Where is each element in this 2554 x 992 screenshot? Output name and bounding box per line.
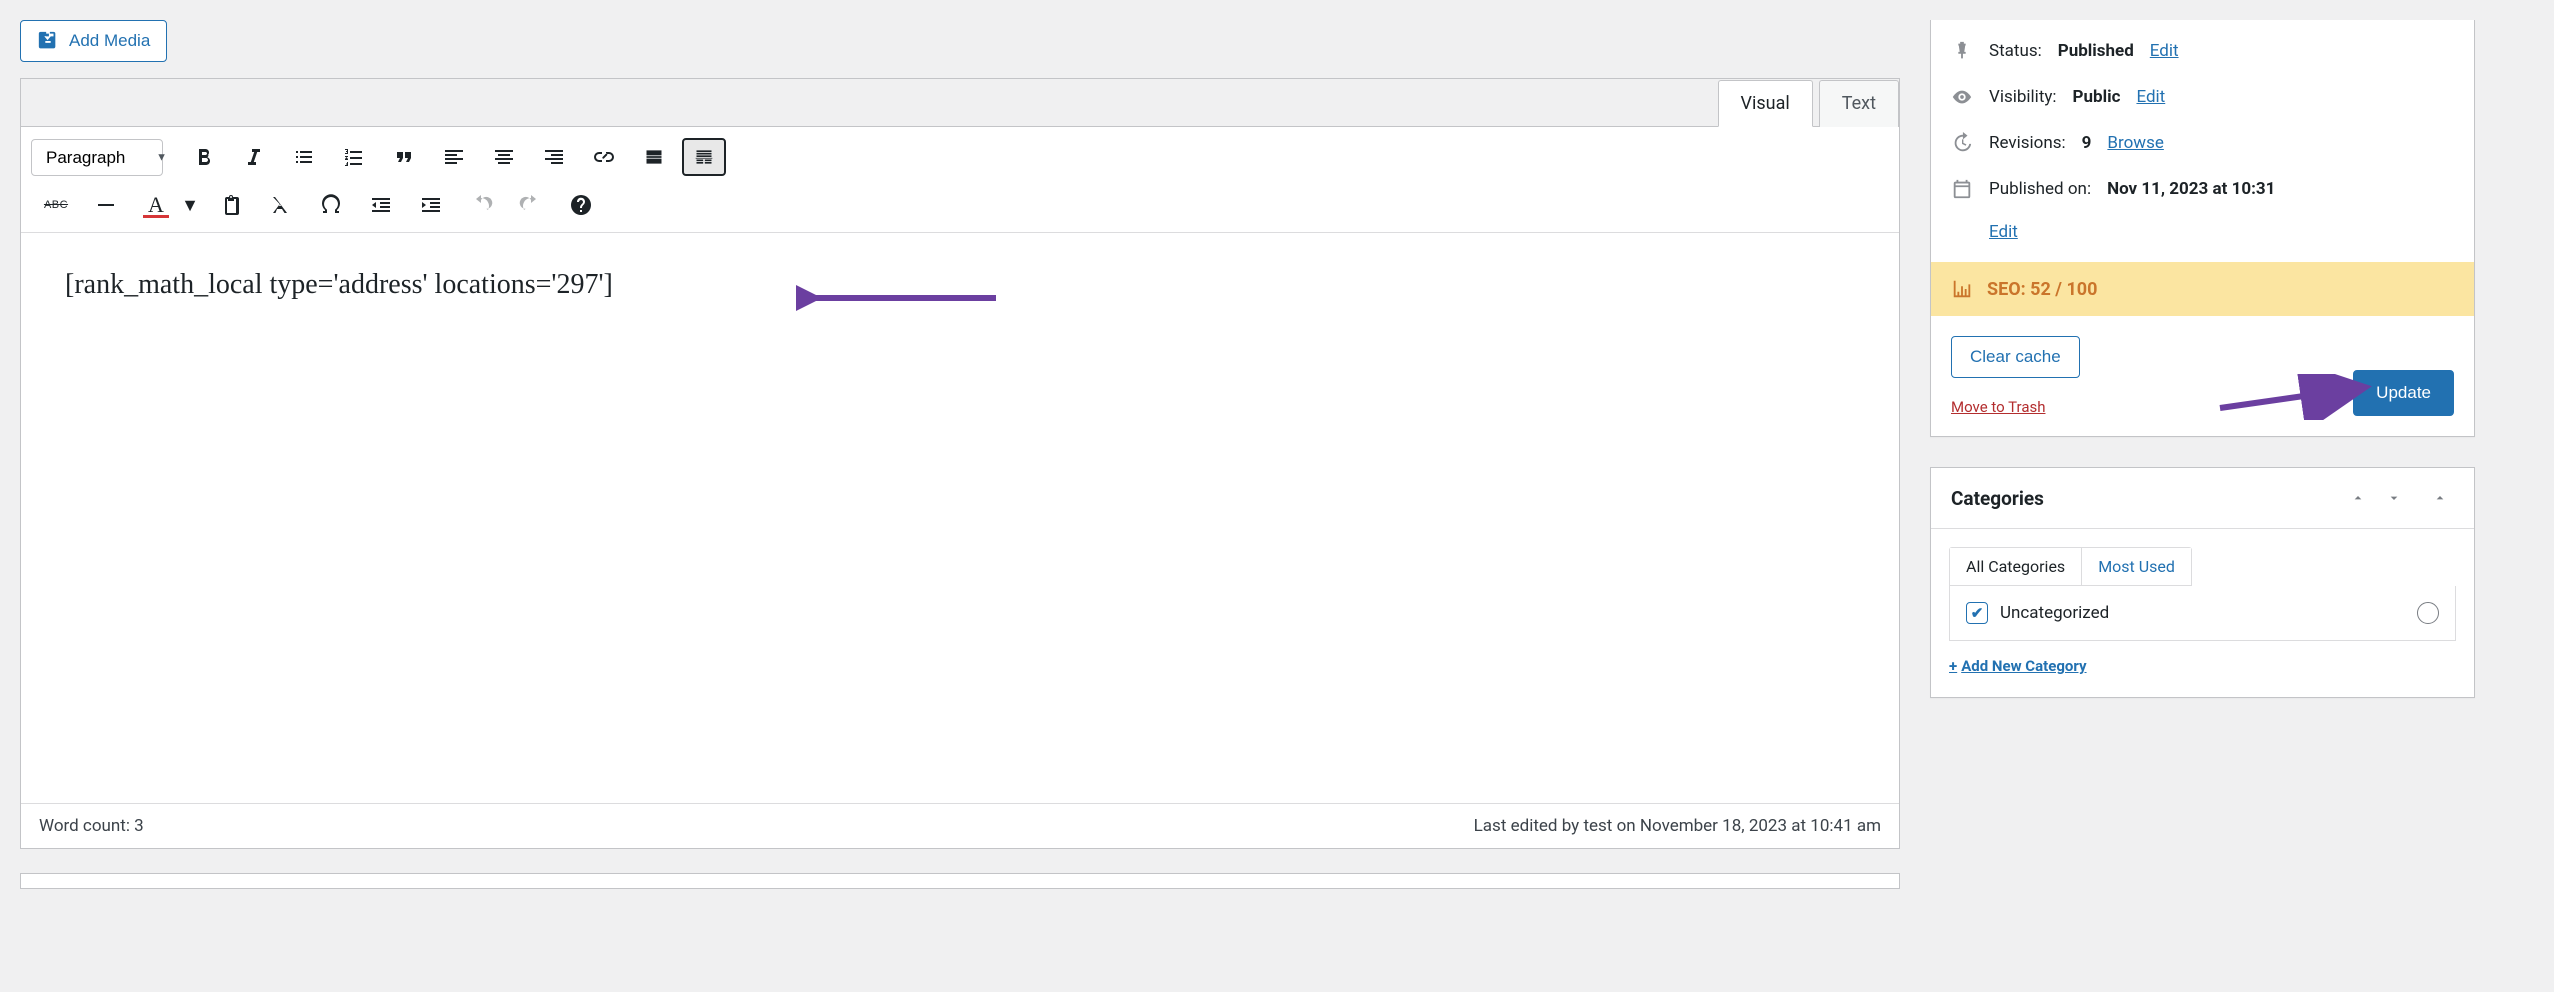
undo-button[interactable] <box>459 186 503 224</box>
visibility-label: Visibility: <box>1989 87 2057 107</box>
move-to-trash-link[interactable]: Move to Trash <box>1951 398 2045 416</box>
bold-button[interactable] <box>182 138 226 176</box>
bullet-list-button[interactable] <box>282 138 326 176</box>
last-edited: Last edited by test on November 18, 2023… <box>1474 816 1881 836</box>
numbered-list-button[interactable] <box>332 138 376 176</box>
special-character-button[interactable] <box>309 186 353 224</box>
published-on-label: Published on: <box>1989 179 2091 199</box>
text-color-button[interactable]: A <box>134 186 178 224</box>
outdent-button[interactable] <box>359 186 403 224</box>
category-checkbox[interactable] <box>1966 602 1988 624</box>
strikethrough-button[interactable]: ABC <box>34 186 78 224</box>
add-media-icon <box>37 30 59 52</box>
status-edit-link[interactable]: Edit <box>2150 41 2179 61</box>
text-color-dropdown-button[interactable]: ▼ <box>177 186 203 224</box>
category-item-uncategorized[interactable]: Uncategorized <box>1966 602 2109 624</box>
clear-cache-button[interactable]: Clear cache <box>1951 336 2080 378</box>
category-label: Uncategorized <box>2000 603 2109 623</box>
sidebar-column: Status: Published Edit Visibility: Publi… <box>1930 20 2475 698</box>
add-media-button[interactable]: Add Media <box>20 20 167 62</box>
pin-icon <box>1951 40 1973 62</box>
paste-button[interactable] <box>209 186 253 224</box>
calendar-icon <box>1951 178 1973 200</box>
revisions-label: Revisions: <box>1989 133 2066 153</box>
published-on-edit-link[interactable]: Edit <box>1989 222 2454 242</box>
next-metabox-top <box>20 873 1900 889</box>
status-value: Published <box>2058 41 2134 61</box>
history-icon <box>1951 132 1973 154</box>
add-media-label: Add Media <box>69 31 150 51</box>
panel-up-icon[interactable] <box>2344 484 2372 512</box>
media-row: Add Media <box>20 20 1900 62</box>
visibility-value: Public <box>2073 87 2121 107</box>
categories-title: Categories <box>1951 487 2044 510</box>
visibility-row: Visibility: Public Edit <box>1931 74 2474 120</box>
insert-more-button[interactable] <box>632 138 676 176</box>
primary-category-radio[interactable] <box>2417 602 2439 624</box>
editor-mode-tabs: Visual Text <box>21 79 1899 127</box>
editor-toolbar: Paragraph ABC A ▼ <box>21 126 1899 233</box>
align-left-button[interactable] <box>432 138 476 176</box>
insert-link-button[interactable] <box>582 138 626 176</box>
seo-score-bar[interactable]: SEO: 52 / 100 <box>1931 262 2474 316</box>
category-list: Uncategorized <box>1949 586 2456 641</box>
editor-content-text: [rank_math_local type='address' location… <box>65 269 613 300</box>
status-row: Status: Published Edit <box>1931 28 2474 74</box>
category-tabs: All Categories Most Used <box>1949 547 2192 586</box>
clear-formatting-button[interactable] <box>259 186 303 224</box>
categories-header: Categories <box>1931 468 2474 529</box>
align-right-button[interactable] <box>532 138 576 176</box>
published-on-row: Published on: Nov 11, 2023 at 10:31 Edit <box>1931 166 2474 254</box>
add-new-category-link[interactable]: +Add New Category <box>1949 657 2087 675</box>
annotation-arrow-update <box>2214 374 2374 420</box>
redo-button[interactable] <box>509 186 553 224</box>
tab-all-categories[interactable]: All Categories <box>1950 548 2082 585</box>
word-count: Word count: 3 <box>39 816 144 836</box>
status-label: Status: <box>1989 41 2042 61</box>
tab-visual[interactable]: Visual <box>1718 80 1813 127</box>
eye-icon <box>1951 86 1973 108</box>
published-on-value: Nov 11, 2023 at 10:31 <box>2107 179 2275 199</box>
visibility-edit-link[interactable]: Edit <box>2136 87 2165 107</box>
indent-button[interactable] <box>409 186 453 224</box>
annotation-arrow-editor <box>796 278 1006 318</box>
format-select[interactable]: Paragraph <box>31 139 163 176</box>
page-layout: Add Media Visual Text Paragraph <box>20 20 2554 889</box>
tab-text[interactable]: Text <box>1819 80 1899 127</box>
editor-footer: Word count: 3 Last edited by test on Nov… <box>21 803 1899 848</box>
publish-actions: Clear cache Move to Trash Update <box>1931 316 2474 436</box>
publish-metabox: Status: Published Edit Visibility: Publi… <box>1930 20 2475 437</box>
main-column: Add Media Visual Text Paragraph <box>20 20 1900 889</box>
editor-body[interactable]: [rank_math_local type='address' location… <box>21 233 1899 803</box>
seo-score-text: SEO: 52 / 100 <box>1987 279 2097 300</box>
chart-icon <box>1951 278 1973 300</box>
revisions-value: 9 <box>2082 133 2092 153</box>
editor-container: Visual Text Paragraph <box>20 78 1900 849</box>
revisions-browse-link[interactable]: Browse <box>2107 133 2163 153</box>
italic-button[interactable] <box>232 138 276 176</box>
categories-metabox: Categories All Categories Most Used Unca… <box>1930 467 2475 698</box>
horizontal-rule-button[interactable] <box>84 186 128 224</box>
panel-down-icon[interactable] <box>2380 484 2408 512</box>
panel-toggle-icon[interactable] <box>2426 484 2454 512</box>
help-button[interactable] <box>559 186 603 224</box>
toolbar-toggle-button[interactable] <box>682 138 726 176</box>
align-center-button[interactable] <box>482 138 526 176</box>
revisions-row: Revisions: 9 Browse <box>1931 120 2474 166</box>
tab-most-used[interactable]: Most Used <box>2082 548 2191 585</box>
blockquote-button[interactable] <box>382 138 426 176</box>
